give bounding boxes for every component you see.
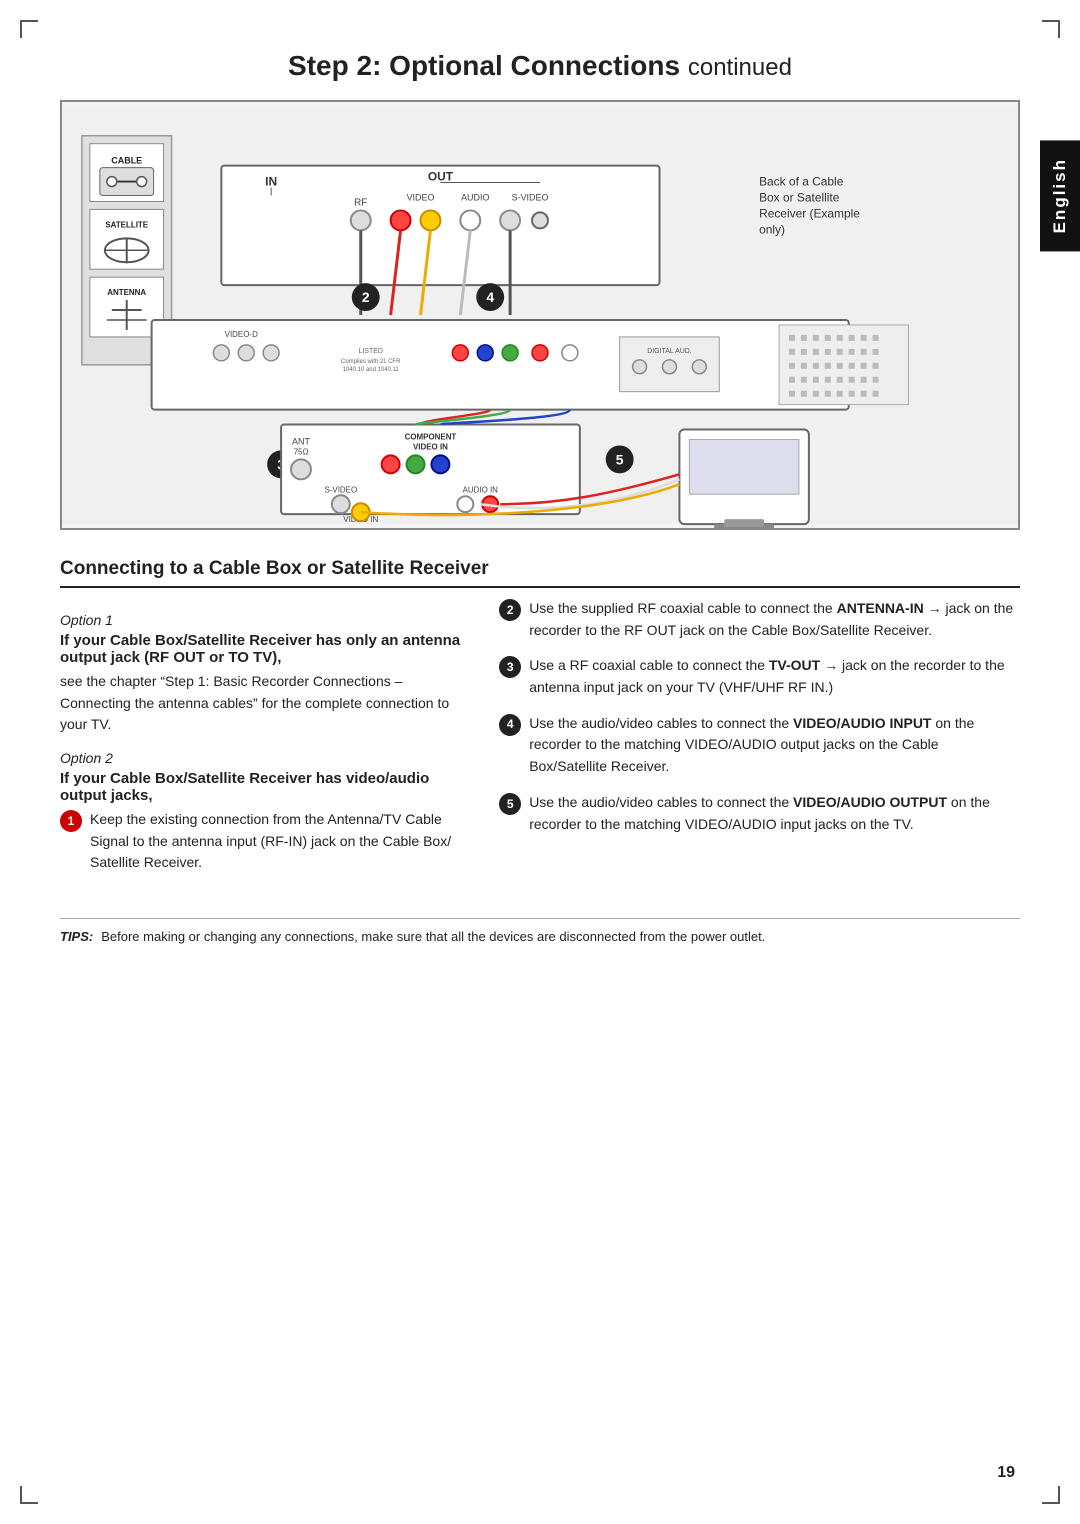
right-item-2: 2 Use the supplied RF coaxial cable to c… <box>499 598 1020 641</box>
svg-text:S-VIDEO: S-VIDEO <box>324 485 357 494</box>
svg-text:AUDIO IN: AUDIO IN <box>463 485 499 494</box>
svg-text:LISTED: LISTED <box>359 348 383 355</box>
svg-text:ANT: ANT <box>292 436 310 446</box>
svg-text:only): only) <box>759 222 785 236</box>
right-item-5: 5 Use the audio/video cables to connect … <box>499 792 1020 835</box>
option2-label: Option 2 <box>60 750 463 766</box>
svg-text:Back of a Cable: Back of a Cable <box>759 175 844 189</box>
svg-text:VIDEO-D: VIDEO-D <box>225 330 258 339</box>
right-item-4: 4 Use the audio/video cables to connect … <box>499 713 1020 778</box>
content-columns: Option 1 If your Cable Box/Satellite Rec… <box>60 598 1020 888</box>
tips-text: Before making or changing any connection… <box>101 929 765 944</box>
svg-text:2: 2 <box>362 289 370 305</box>
svg-text:VIDEO IN: VIDEO IN <box>413 442 448 451</box>
diagram-box: CABLE SATELLITE ANTENNA 1 <box>60 100 1020 530</box>
svg-text:CABLE: CABLE <box>111 156 142 166</box>
option1-text: see the chapter “Step 1: Basic Recorder … <box>60 671 463 736</box>
right-column: 2 Use the supplied RF coaxial cable to c… <box>499 598 1020 888</box>
option2-step1-text: Keep the existing connection from the An… <box>90 809 463 874</box>
option1-bold-heading: If your Cable Box/Satellite Receiver has… <box>60 632 463 666</box>
tips-label: TIPS: <box>60 929 93 944</box>
svg-text:Box or Satellite: Box or Satellite <box>759 190 840 204</box>
svg-text:75Ω: 75Ω <box>294 447 309 456</box>
svg-text:OUT: OUT <box>428 170 454 184</box>
step-number-1-red: 1 <box>60 810 82 832</box>
right-item-4-text: Use the audio/video cables to connect th… <box>529 713 1020 778</box>
step-circle-5: 5 <box>499 793 521 815</box>
option2-bold-heading: If your Cable Box/Satellite Receiver has… <box>60 770 463 804</box>
step-circle-2: 2 <box>499 599 521 621</box>
right-item-2-text: Use the supplied RF coaxial cable to con… <box>529 598 1020 641</box>
svg-text:VIDEO: VIDEO <box>407 192 435 202</box>
page-title: Step 2: Optional Connections continued <box>60 50 1020 82</box>
svg-text:1040.10 and 1040.11: 1040.10 and 1040.11 <box>343 367 400 373</box>
right-item-5-text: Use the audio/video cables to connect th… <box>529 792 1020 835</box>
step-circle-3: 3 <box>499 656 521 678</box>
option2-step1: 1 Keep the existing connection from the … <box>60 809 463 874</box>
svg-text:IN: IN <box>265 175 277 189</box>
svg-text:DIGITAL AUD.: DIGITAL AUD. <box>647 348 692 355</box>
left-column: Option 1 If your Cable Box/Satellite Rec… <box>60 598 463 888</box>
svg-text:S-VIDEO: S-VIDEO <box>512 192 549 202</box>
svg-text:4: 4 <box>486 289 494 305</box>
svg-text:COMPONENT: COMPONENT <box>405 432 457 441</box>
svg-text:ANTENNA: ANTENNA <box>107 288 146 297</box>
right-item-3: 3 Use a RF coaxial cable to connect the … <box>499 655 1020 698</box>
step-circle-4: 4 <box>499 714 521 736</box>
page-number: 19 <box>997 1464 1015 1482</box>
section-heading: Connecting to a Cable Box or Satellite R… <box>60 558 1020 588</box>
right-item-3-text: Use a RF coaxial cable to connect the TV… <box>529 655 1020 698</box>
svg-text:AUDIO: AUDIO <box>461 192 489 202</box>
svg-text:Complies with 21 CFR: Complies with 21 CFR <box>341 359 401 365</box>
svg-text:Receiver (Example: Receiver (Example <box>759 206 860 220</box>
diagram-svg: CABLE SATELLITE ANTENNA 1 <box>62 102 1018 528</box>
option1-label: Option 1 <box>60 612 463 628</box>
svg-text:5: 5 <box>616 451 624 467</box>
tips-section: TIPS: Before making or changing any conn… <box>60 918 1020 944</box>
svg-text:SATELLITE: SATELLITE <box>105 220 148 229</box>
svg-text:RF: RF <box>354 197 367 208</box>
